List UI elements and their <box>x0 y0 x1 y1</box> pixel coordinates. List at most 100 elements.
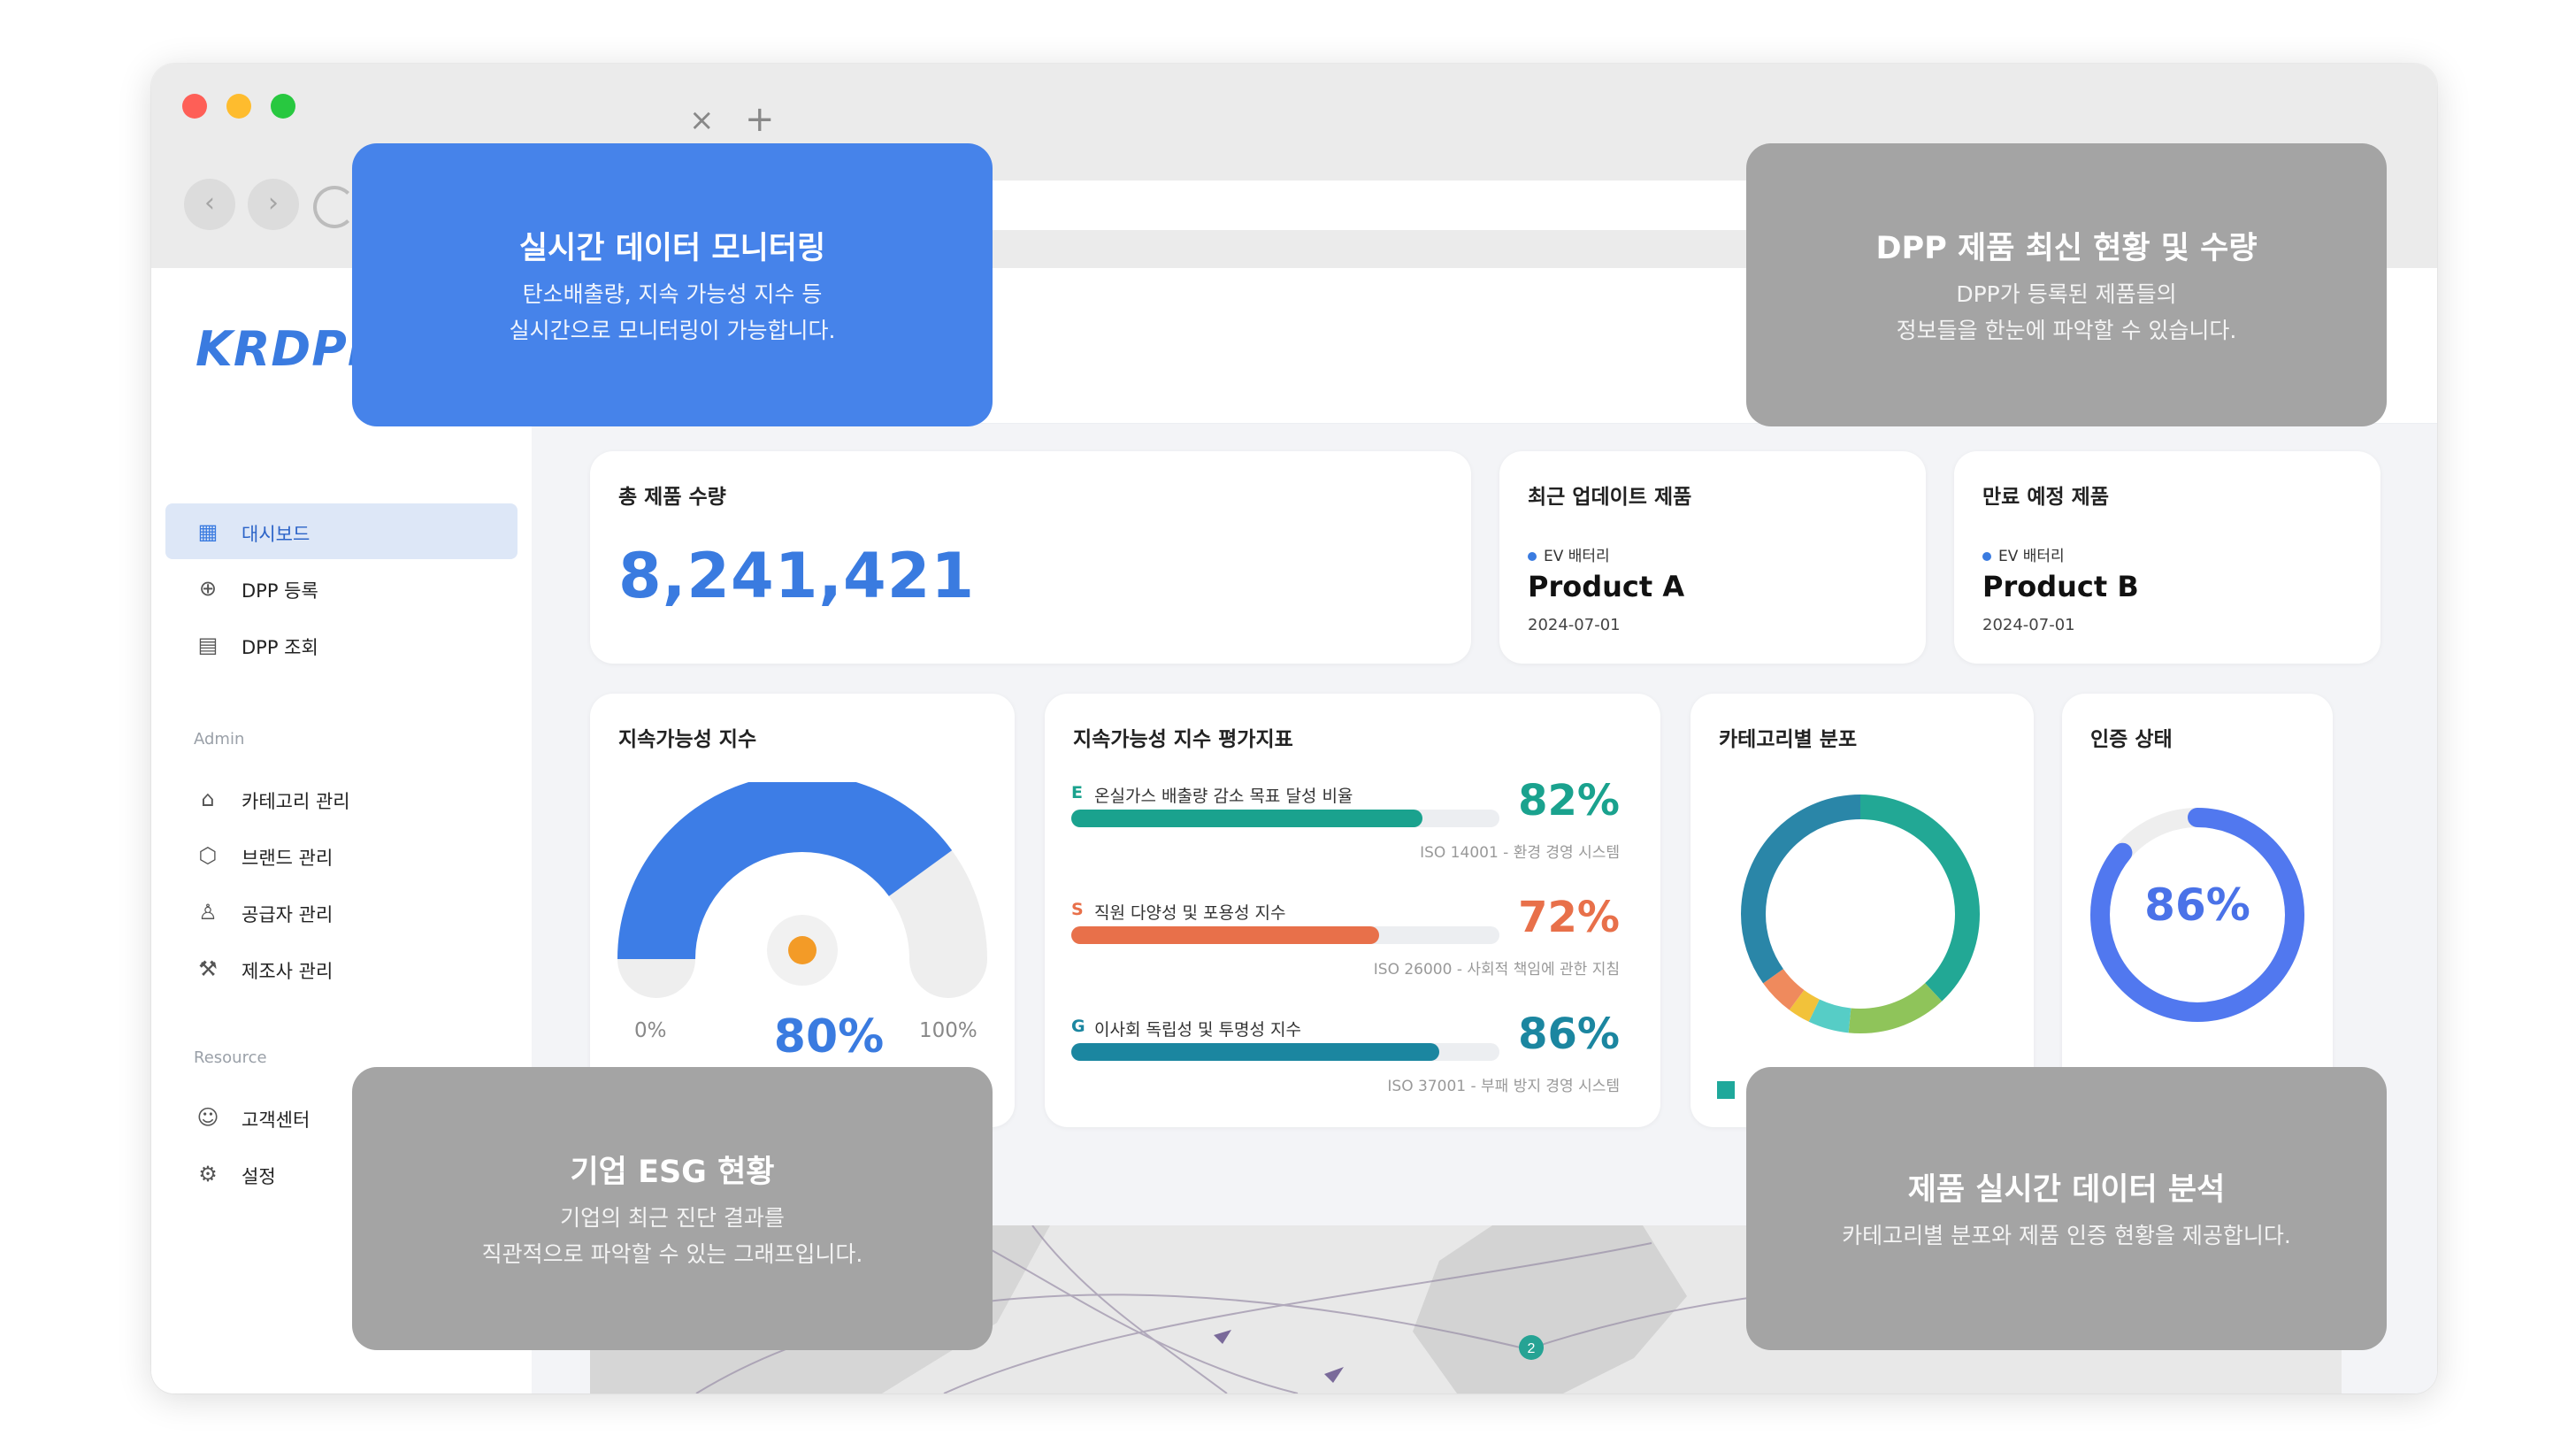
card-title: 최근 업데이트 제품 <box>1528 486 1692 509</box>
route-arrow <box>1324 1367 1344 1383</box>
esg-row-g: G 이사회 독립성 및 투명성 지수 86% ISO 37001 - 부패 방지… <box>1071 1010 1646 1114</box>
gear-icon: ⚙ <box>198 1162 218 1186</box>
gauge-min-label: 0% <box>634 1019 667 1042</box>
sidebar-item-dpp-search[interactable]: ▤ DPP 조회 <box>165 617 518 672</box>
sidebar-item-label: 대시보드 <box>242 524 310 545</box>
new-tab-icon[interactable]: + <box>745 99 775 140</box>
esg-iso-standard: ISO 37001 - 부패 방지 경영 시스템 <box>1387 1078 1620 1095</box>
badge-dot <box>1982 552 1991 561</box>
esg-letter: G <box>1071 1017 1085 1036</box>
esg-iso-standard: ISO 26000 - 사회적 책임에 관한 지침 <box>1373 961 1620 979</box>
sidebar-item-brand[interactable]: ⬡ 브랜드 관리 <box>165 827 518 883</box>
legend-swatch <box>1717 1081 1735 1099</box>
esg-label: 온실가스 배출량 감소 목표 달성 비율 <box>1094 787 1353 806</box>
smiley-icon <box>788 936 816 964</box>
product-date: 2024-07-01 <box>1528 616 1621 634</box>
category-icon: ⌂ <box>201 787 215 811</box>
category-donut-chart <box>1741 795 1980 1033</box>
esg-iso-standard: ISO 14001 - 환경 경영 시스템 <box>1420 844 1620 862</box>
certification-value: 86% <box>2144 879 2250 931</box>
callout-realtime-monitoring: 실시간 데이터 모니터링 탄소배출량, 지속 가능성 지수 등 실시간으로 모니… <box>352 143 993 426</box>
tab-close-icon[interactable]: × <box>689 103 715 138</box>
sustainability-index-card: 지속가능성 지수 0% 80% 100% <box>590 694 1015 1127</box>
forward-button[interactable]: › <box>248 179 299 230</box>
sidebar-item-supplier[interactable]: ♙ 공급자 관리 <box>165 884 518 940</box>
product-date: 2024-07-01 <box>1982 616 2075 634</box>
esg-progress-fill <box>1071 810 1422 827</box>
card-title: 총 제품 수량 <box>618 486 726 509</box>
land-europe <box>1413 1225 1687 1393</box>
sidebar-item-label: 설정 <box>242 1166 276 1187</box>
reload-icon[interactable] <box>313 186 356 228</box>
sidebar-item-label: DPP 등록 <box>242 580 318 602</box>
add-page-icon: ⊕ <box>198 576 218 601</box>
map-marker-label: 2 <box>1528 1341 1536 1356</box>
esg-progress-track <box>1071 926 1499 944</box>
sidebar-item-label: 제조사 관리 <box>242 961 334 982</box>
sidebar-item-dpp-register[interactable]: ⊕ DPP 등록 <box>165 560 518 616</box>
callout-title: 실시간 데이터 모니터링 <box>518 231 826 266</box>
box-icon: ⬡ <box>198 843 218 868</box>
esg-label: 이사회 독립성 및 투명성 지수 <box>1094 1020 1301 1040</box>
esg-letter: S <box>1071 900 1084 919</box>
sidebar-item-manufacturer[interactable]: ⚒ 제조사 관리 <box>165 940 518 996</box>
card-title: 지속가능성 지수 평가지표 <box>1073 728 1293 751</box>
esg-percent: 86% <box>1518 1010 1620 1059</box>
gauge-value: 80% <box>773 1010 885 1063</box>
callout-title: 제품 실시간 데이터 분석 <box>1907 1172 2226 1208</box>
maximize-window-button[interactable] <box>271 94 295 119</box>
esg-letter: E <box>1071 783 1083 802</box>
esg-progress-track <box>1071 1043 1499 1061</box>
route-line <box>1031 1225 1228 1393</box>
category-badge: EV 배터리 <box>1982 543 2065 565</box>
sidebar-item-label: 카테고리 관리 <box>242 791 350 812</box>
category-distribution-card: 카테고리별 분포 <box>1690 694 2034 1127</box>
esg-row-s: S 직원 다양성 및 포용성 지수 72% ISO 26000 - 사회적 책임… <box>1071 893 1646 997</box>
user-icon: ♙ <box>198 900 218 925</box>
sidebar-item-label: 브랜드 관리 <box>242 848 334 869</box>
close-window-button[interactable] <box>182 94 207 119</box>
esg-metrics-card: 지속가능성 지수 평가지표 E 온실가스 배출량 감소 목표 달성 비율 82%… <box>1045 694 1660 1127</box>
section-label-resource: Resource <box>194 1048 267 1067</box>
minimize-window-button[interactable] <box>226 94 251 119</box>
esg-row-e: E 온실가스 배출량 감소 목표 달성 비율 82% ISO 14001 - 환… <box>1071 776 1646 880</box>
callout-data-analysis: 제품 실시간 데이터 분석 카테고리별 분포와 제품 인증 현황을 제공합니다. <box>1746 1067 2387 1350</box>
total-products-card: 총 제품 수량 8,241,421 <box>590 451 1471 664</box>
gauge-max-label: 100% <box>919 1019 978 1042</box>
callout-title: DPP 제품 최신 현황 및 수량 <box>1875 231 2258 266</box>
esg-progress-track <box>1071 810 1499 827</box>
esg-label: 직원 다양성 및 포용성 지수 <box>1094 903 1286 923</box>
product-name: Product B <box>1982 570 2139 603</box>
card-title: 만료 예정 제품 <box>1982 486 2109 509</box>
document-icon: ▤ <box>197 633 218 657</box>
sidebar-item-label: 고객센터 <box>242 1109 310 1131</box>
esg-percent: 82% <box>1518 776 1620 825</box>
product-name: Product A <box>1528 570 1685 603</box>
sidebar-item-label: DPP 조회 <box>242 637 318 658</box>
callout-title: 기업 ESG 현황 <box>570 1155 775 1190</box>
expiring-product-card[interactable]: 만료 예정 제품 EV 배터리 Product B 2024-07-01 <box>1954 451 2380 664</box>
grid-icon: ▦ <box>197 519 218 544</box>
certification-status-card: 인증 상태 86% <box>2062 694 2333 1127</box>
card-title: 지속가능성 지수 <box>618 728 757 751</box>
category-badge: EV 배터리 <box>1528 543 1610 565</box>
wrench-icon: ⚒ <box>198 956 218 981</box>
callout-description: 탄소배출량, 지속 가능성 지수 등 실시간으로 모니터링이 가능합니다. <box>509 281 836 343</box>
back-button[interactable]: ‹ <box>184 179 235 230</box>
badge-label: EV 배터리 <box>1998 548 2065 565</box>
sidebar-item-category[interactable]: ⌂ 카테고리 관리 <box>165 771 518 826</box>
callout-description: 카테고리별 분포와 제품 인증 현황을 제공합니다. <box>1842 1223 2291 1248</box>
callout-description: 기업의 최근 진단 결과를 직관적으로 파악할 수 있는 그래프입니다. <box>481 1205 863 1267</box>
badge-label: EV 배터리 <box>1544 548 1610 565</box>
total-products-value: 8,241,421 <box>618 540 976 612</box>
esg-percent: 72% <box>1518 893 1620 942</box>
callout-esg-status: 기업 ESG 현황 기업의 최근 진단 결과를 직관적으로 파악할 수 있는 그… <box>352 1067 993 1350</box>
sidebar-item-dashboard[interactable]: ▦ 대시보드 <box>165 503 518 559</box>
card-title: 인증 상태 <box>2090 728 2173 751</box>
section-label-admin: Admin <box>194 730 245 749</box>
route-arrow <box>1214 1330 1231 1344</box>
recent-product-card[interactable]: 최근 업데이트 제품 EV 배터리 Product A 2024-07-01 <box>1499 451 1926 664</box>
support-icon: ☺ <box>196 1105 219 1130</box>
card-title: 카테고리별 분포 <box>1719 728 1858 751</box>
badge-dot <box>1528 552 1537 561</box>
